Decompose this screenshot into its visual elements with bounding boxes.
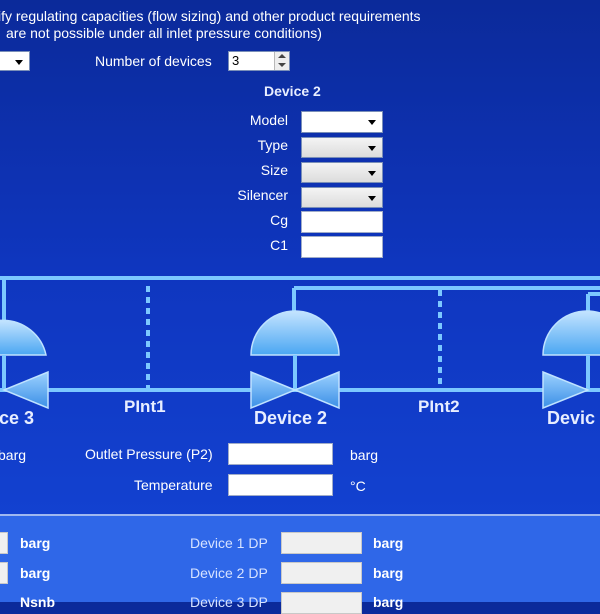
device3-dp-field <box>281 592 362 614</box>
outlet-pressure-label: Outlet Pressure (P2) <box>85 446 213 462</box>
chevron-down-icon <box>368 146 376 151</box>
cg-label: Cg <box>270 212 288 228</box>
temperature-unit: °C <box>350 478 366 494</box>
device2-dp-field <box>281 562 362 584</box>
row1-left-field <box>0 532 8 554</box>
chevron-down-icon <box>368 120 376 125</box>
chevron-down-icon <box>15 60 23 65</box>
devices-count-value: 3 <box>232 53 240 68</box>
device1-dp-unit: barg <box>373 535 404 551</box>
temperature-label: Temperature <box>134 477 213 493</box>
flow-notice: ify regulating capacities (flow sizing) … <box>0 8 421 42</box>
device2-dp-unit: barg <box>373 565 404 581</box>
device-right-label: Devic <box>547 408 596 428</box>
plint1-label: PInt1 <box>124 397 166 416</box>
outlet-pressure-field[interactable] <box>228 443 333 465</box>
size-select[interactable] <box>301 162 383 183</box>
device1-dp-field <box>281 532 362 554</box>
device3-dp-label: Device 3 DP <box>190 594 268 610</box>
left-combo[interactable] <box>0 51 30 71</box>
row2-left-field <box>0 562 8 584</box>
silencer-select[interactable] <box>301 187 383 208</box>
devices-count-spinner[interactable]: 3 <box>228 51 290 71</box>
spinner-down-icon[interactable] <box>275 61 289 70</box>
type-label: Type <box>257 137 288 153</box>
devices-count-label: Number of devices <box>95 53 212 69</box>
device-center-label: Device 2 <box>254 408 328 428</box>
notice-line-1: ify regulating capacities (flow sizing) … <box>0 8 421 24</box>
chevron-down-icon <box>368 171 376 176</box>
device-1-symbol <box>542 310 600 410</box>
chevron-down-icon <box>368 196 376 201</box>
device2-dp-label: Device 2 DP <box>190 565 268 581</box>
plint2-label: PInt2 <box>418 397 460 416</box>
row3-left-unit: Nsnb <box>20 594 55 610</box>
row2-left-unit: barg <box>20 565 51 581</box>
device-2-symbol <box>250 310 340 410</box>
temperature-field[interactable] <box>228 474 333 496</box>
device3-dp-unit: barg <box>373 594 404 610</box>
model-select[interactable] <box>301 111 383 133</box>
left-pressure-unit: barg <box>0 447 27 463</box>
size-label: Size <box>260 162 288 178</box>
device1-dp-label: Device 1 DP <box>190 535 268 551</box>
c1-label: C1 <box>270 237 288 253</box>
row1-left-unit: barg <box>20 535 51 551</box>
silencer-label: Silencer <box>237 187 288 203</box>
c1-field[interactable] <box>301 236 383 258</box>
spinner-buttons <box>274 52 289 70</box>
model-label: Model <box>249 112 288 128</box>
results-panel: barg Device 1 DP barg barg Device 2 DP b… <box>0 514 600 614</box>
type-select[interactable] <box>301 137 383 158</box>
device-diagram <box>0 276 600 410</box>
device-panel-title: Device 2 <box>264 83 321 99</box>
device-3-symbol <box>0 319 49 410</box>
notice-line-2: are not possible under all inlet pressur… <box>6 25 322 41</box>
cg-field[interactable] <box>301 211 383 233</box>
device-left-label: ice 3 <box>0 408 35 428</box>
outlet-pressure-unit: barg <box>350 447 379 463</box>
